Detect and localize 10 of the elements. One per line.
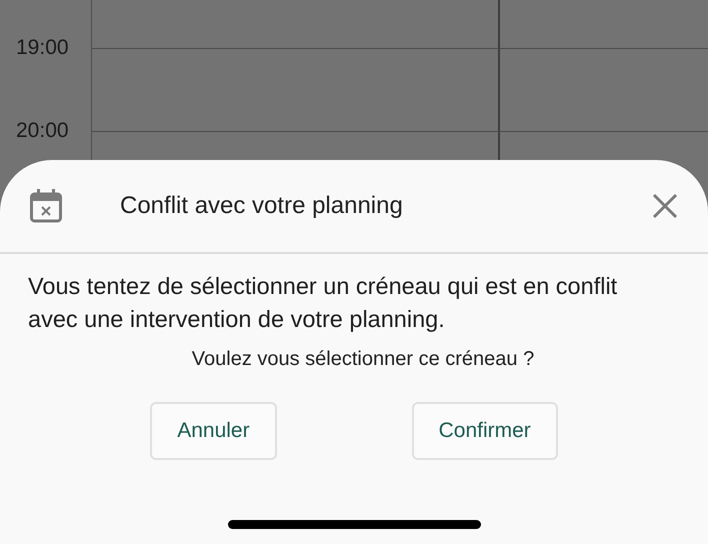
dialog-message: Vous tentez de sélectionner un créneau qui est en conflit avec une intervention de votre planning. [27, 272, 618, 334]
dialog-button[interactable]: Confirmer [412, 402, 558, 460]
dialog-question: Voulez vous sélectionner ce créneau ? [190, 347, 536, 372]
hour-label: 20:00 [16, 118, 70, 144]
calendar-icon [30, 189, 62, 223]
calendar-slot[interactable] [91, 0, 500, 48]
calendar-slot[interactable] [91, 48, 500, 131]
hour-label: 19:00 [16, 35, 70, 61]
dialog-title: Conflit avec votre planning [120, 191, 404, 221]
dialog-button[interactable]: Annuler [150, 402, 277, 460]
